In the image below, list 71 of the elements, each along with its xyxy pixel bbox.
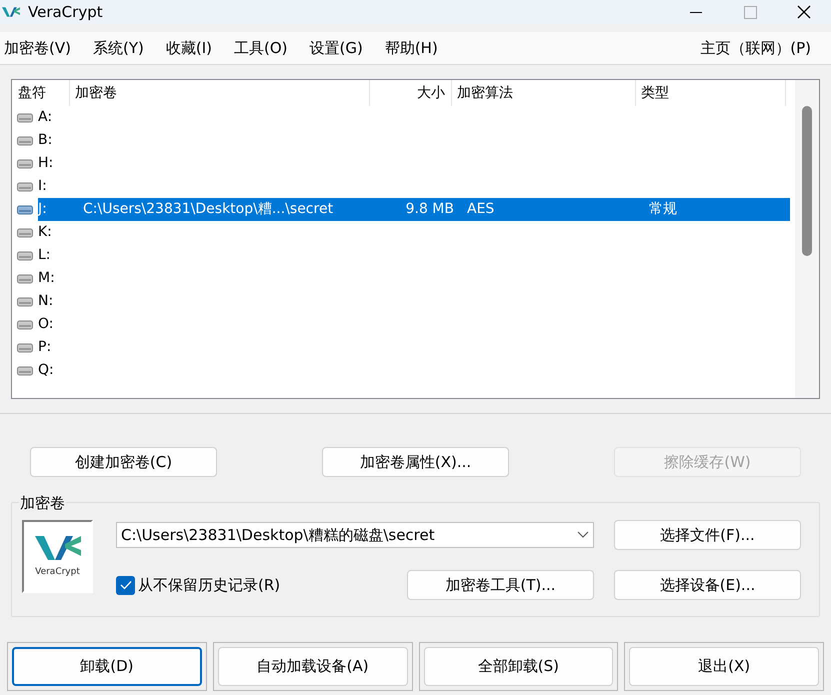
table-cell-text: A: bbox=[38, 108, 54, 127]
drive-icon bbox=[17, 320, 33, 330]
drive-icon bbox=[17, 228, 33, 238]
table-cell-text: 常规 bbox=[648, 200, 677, 219]
veracrypt-logo-icon bbox=[34, 534, 80, 562]
column-header[interactable]: 类型 bbox=[636, 80, 786, 106]
table-row[interactable]: H: bbox=[38, 152, 790, 175]
table-row[interactable]: J: C:\Users\23831\Desktop\糟...\secret 9.8 MB AES 常规 bbox=[38, 198, 790, 221]
drive-icon bbox=[17, 342, 33, 352]
menu-item[interactable]: 工具(O) bbox=[234, 36, 288, 60]
table-cell-text: L: bbox=[38, 246, 52, 265]
logo-text: VeraCrypt bbox=[35, 566, 80, 579]
checkbox-label[interactable]: 从不保留历史记录(R) bbox=[138, 574, 280, 596]
table-cell-text: I: bbox=[38, 177, 48, 196]
table-cell-text: H: bbox=[38, 154, 54, 173]
table-row[interactable]: N: bbox=[38, 290, 790, 313]
table-cell-text: C:\Users\23831\Desktop\糟...\secret bbox=[82, 200, 334, 219]
table-row[interactable]: A: bbox=[38, 106, 790, 129]
menu-item[interactable]: 加密卷(V) bbox=[4, 36, 71, 60]
table-cell-text: K: bbox=[38, 223, 53, 242]
action-button[interactable]: 加密卷属性(X)... bbox=[322, 447, 509, 477]
drive-icon bbox=[17, 182, 33, 192]
select-device-button[interactable]: 选择设备(E)... bbox=[614, 570, 801, 600]
bottom-button[interactable]: 退出(X) bbox=[629, 647, 819, 686]
bottom-button[interactable]: 自动加载设备(A) bbox=[218, 647, 408, 686]
action-button[interactable]: 创建加密卷(C) bbox=[30, 447, 217, 477]
table-cell-text: 9.8 MB bbox=[404, 200, 455, 219]
table-cell-text: B: bbox=[38, 131, 54, 150]
table-cell-text: O: bbox=[38, 315, 54, 334]
table-cell-text: N: bbox=[38, 292, 54, 311]
table-cell-text: J: bbox=[38, 200, 48, 219]
table-row[interactable]: K: bbox=[38, 221, 790, 244]
drive-icon bbox=[17, 366, 33, 376]
bottom-button[interactable]: 全部卸载(S) bbox=[424, 647, 614, 686]
table-row[interactable]: M: bbox=[38, 267, 790, 290]
check-icon bbox=[120, 580, 132, 590]
volume-tools-button[interactable]: 加密卷工具(T)... bbox=[407, 570, 594, 600]
veracrypt-logo-icon bbox=[2, 5, 20, 19]
table-row[interactable]: O: bbox=[38, 313, 790, 336]
column-header[interactable]: 加密算法 bbox=[452, 80, 636, 106]
table-row[interactable]: P: bbox=[38, 336, 790, 359]
menu-item[interactable]: 帮助(H) bbox=[384, 36, 438, 60]
table-row[interactable]: B: bbox=[38, 129, 790, 152]
drive-icon bbox=[17, 204, 33, 214]
scrollbar[interactable] bbox=[795, 80, 819, 398]
checkbox[interactable] bbox=[116, 576, 135, 594]
select-file-button[interactable]: 选择文件(F)... bbox=[614, 520, 801, 550]
table-cell-text: AES bbox=[466, 200, 496, 219]
column-header[interactable]: 大小 bbox=[370, 80, 452, 106]
drive-icon bbox=[17, 112, 33, 122]
table-cell-text: P: bbox=[38, 338, 52, 357]
drive-icon bbox=[17, 158, 33, 168]
table-row[interactable]: L: bbox=[38, 244, 790, 267]
column-header[interactable]: 加密卷 bbox=[70, 80, 370, 106]
drive-icon bbox=[17, 274, 33, 284]
table-cell-text: M: bbox=[38, 269, 56, 288]
table-row[interactable]: Q: bbox=[38, 359, 790, 382]
window-title: VeraCrypt bbox=[28, 2, 103, 23]
column-header[interactable]: 盘符 bbox=[12, 80, 70, 106]
table-cell-text: Q: bbox=[38, 361, 55, 380]
drive-icon bbox=[17, 136, 33, 146]
bottom-button[interactable]: 卸载(D) bbox=[12, 647, 202, 686]
table-row[interactable]: I: bbox=[38, 175, 790, 198]
chevron-down-icon bbox=[577, 531, 589, 539]
path-combobox[interactable]: C:\Users\23831\Desktop\糟糕的磁盘\secret bbox=[116, 522, 594, 548]
drive-icon bbox=[17, 250, 33, 260]
menu-item[interactable]: 主页（联网）(P) bbox=[700, 36, 811, 60]
menu-item[interactable]: 系统(Y) bbox=[92, 36, 144, 60]
drive-icon bbox=[17, 296, 33, 306]
menu-item[interactable]: 收藏(I) bbox=[166, 36, 212, 60]
menu-item[interactable]: 设置(G) bbox=[310, 36, 363, 60]
